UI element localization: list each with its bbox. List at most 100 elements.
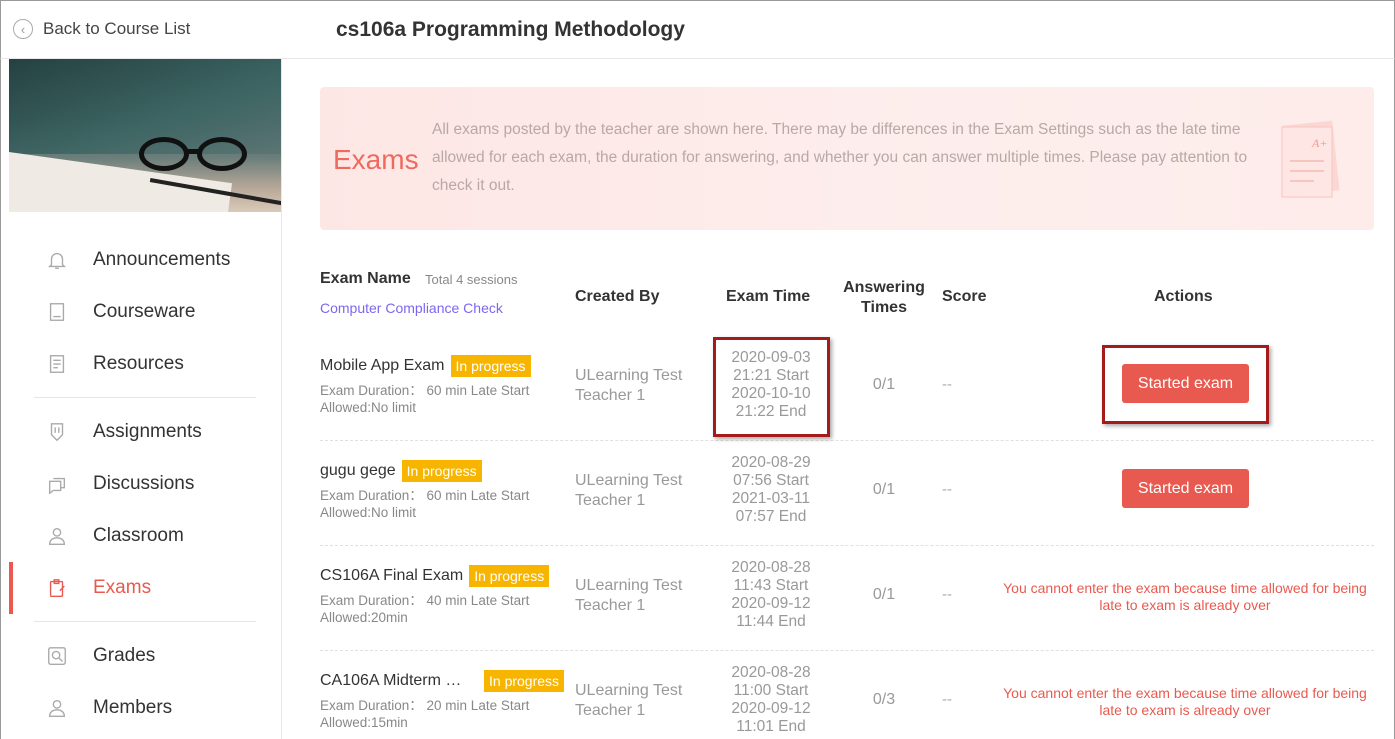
header-actions: Actions	[1154, 288, 1213, 305]
chat-icon	[45, 472, 69, 496]
header-exam-name: Exam Name	[320, 270, 411, 287]
started-exam-highlight-box	[1102, 345, 1269, 424]
exam-name: gugu gege In progress	[320, 460, 482, 482]
sidebar-item-announcements[interactable]: Announcements	[1, 234, 282, 286]
course-banner-image	[9, 59, 281, 212]
exams-intro-banner: Exams All exams posted by the teacher ar…	[320, 87, 1374, 230]
status-badge: In progress	[450, 355, 531, 377]
bell-icon	[45, 248, 69, 272]
sidebar-item-label: Exams	[93, 577, 152, 598]
creator-line-1: ULearning Test	[575, 682, 683, 699]
divider	[34, 621, 256, 622]
score: --	[942, 586, 952, 603]
status-badge: In progress	[401, 460, 482, 482]
start-date: 2020-08-29	[731, 454, 811, 471]
exam-name: CS106A Final Exam In progress	[320, 565, 550, 587]
sidebar-nav: Announcements Courseware Resources Assig…	[1, 234, 282, 734]
answering-times: 0/3	[872, 691, 896, 708]
user-icon	[45, 696, 69, 720]
start-time: 11:43 Start	[733, 577, 809, 594]
exam-meta: Exam Duration： 20 min Late Start Allowed…	[320, 697, 529, 731]
exam-late-allowed: Allowed:15min	[320, 715, 408, 730]
exam-name: Mobile App Exam In progress	[320, 355, 531, 377]
chevron-left-icon: ‹	[13, 19, 33, 39]
sidebar-item-label: Discussions	[93, 473, 195, 494]
top-bar: ‹ Back to Course List cs106a Programming…	[0, 0, 1395, 59]
exam-time: 2020-08-28 11:43 Start 2020-09-12 11:44 …	[716, 559, 826, 631]
score: --	[942, 691, 952, 708]
book-icon	[45, 300, 69, 324]
sidebar-item-label: Courseware	[93, 301, 196, 322]
sidebar-item-label: Resources	[93, 353, 184, 374]
end-time: 11:44 End	[736, 613, 806, 630]
header-created-by: Created By	[575, 288, 660, 305]
sidebar-item-resources[interactable]: Resources	[1, 338, 282, 390]
exam-title: CS106A Final Exam	[320, 567, 464, 584]
sidebar-item-label: Announcements	[93, 249, 231, 270]
sidebar-item-exams[interactable]: Exams	[1, 562, 282, 614]
exam-meta: Exam Duration： 40 min Late Start Allowed…	[320, 592, 529, 626]
divider	[34, 397, 256, 398]
clipboard-icon	[45, 576, 69, 600]
start-date: 2020-08-28	[731, 664, 811, 681]
sidebar-item-discussions[interactable]: Discussions	[1, 458, 282, 510]
warning-line-1: You cannot enter the exam because time a…	[1003, 580, 1367, 596]
graded-paper-icon: A+	[1281, 120, 1340, 198]
sidebar-item-members[interactable]: Members	[1, 682, 282, 734]
exam-late-allowed: Allowed:No limit	[320, 505, 417, 520]
svg-text:A+: A+	[1311, 136, 1327, 150]
score: --	[942, 376, 952, 393]
exam-duration: Exam Duration： 60 min Late Start	[320, 488, 530, 503]
start-time: 11:00 Start	[733, 682, 809, 699]
sidebar: Announcements Courseware Resources Assig…	[0, 59, 282, 739]
header-answering-times: Answering Times	[840, 278, 928, 318]
exam-name: CA106A Midterm … In progress	[320, 670, 565, 692]
exam-time-highlight-box	[713, 337, 830, 437]
sidebar-item-label: Assignments	[93, 421, 202, 442]
status-badge: In progress	[484, 670, 565, 692]
banner-title: Exams	[333, 144, 419, 175]
folder-icon	[45, 352, 69, 376]
end-date: 2020-09-12	[731, 595, 811, 612]
header-answering-line-1: Answering	[843, 279, 925, 296]
sidebar-item-classroom[interactable]: Classroom	[1, 510, 282, 562]
exam-duration: Exam Duration： 40 min Late Start	[320, 593, 530, 608]
table-row: gugu gege In progress Exam Duration： 60 …	[320, 441, 1374, 546]
created-by: ULearning Test Teacher 1	[575, 576, 682, 616]
banner-description: All exams posted by the teacher are show…	[432, 121, 1248, 194]
exam-duration: Exam Duration： 20 min Late Start	[320, 698, 530, 713]
creator-line-1: ULearning Test	[575, 472, 683, 489]
sidebar-item-label: Grades	[93, 645, 156, 666]
sidebar-item-label: Classroom	[93, 525, 184, 546]
back-to-course-list-link[interactable]: ‹ Back to Course List	[13, 19, 190, 39]
table-row: CS106A Final Exam In progress Exam Durat…	[320, 546, 1374, 651]
creator-line-2: Teacher 1	[575, 387, 646, 404]
warning-line-2: late to exam is already over	[1099, 597, 1271, 613]
header-answering-line-2: Times	[861, 299, 907, 316]
exam-title: Mobile App Exam	[320, 357, 445, 374]
end-date: 2020-09-12	[731, 700, 811, 717]
exam-meta: Exam Duration： 60 min Late Start Allowed…	[320, 382, 529, 416]
start-date: 2020-08-28	[731, 559, 811, 576]
main-content: Exams All exams posted by the teacher ar…	[283, 59, 1395, 739]
start-time: 07:56 Start	[733, 472, 809, 489]
created-by: ULearning Test Teacher 1	[575, 471, 682, 511]
exam-meta: Exam Duration： 60 min Late Start Allowed…	[320, 487, 529, 521]
sidebar-item-label: Members	[93, 697, 173, 718]
started-exam-button[interactable]: Started exam	[1122, 469, 1249, 508]
header-exam-time: Exam Time	[726, 288, 811, 305]
creator-line-2: Teacher 1	[575, 492, 646, 509]
warning-line-1: You cannot enter the exam because time a…	[1003, 685, 1367, 701]
back-label: Back to Course List	[43, 19, 191, 38]
answering-times: 0/1	[872, 481, 896, 498]
creator-line-1: ULearning Test	[575, 367, 683, 384]
exam-table-header: Exam Name Total 4 sessions Computer Comp…	[320, 264, 1374, 324]
exam-title: gugu gege	[320, 462, 396, 479]
computer-compliance-check-link[interactable]: Computer Compliance Check	[320, 300, 503, 316]
status-badge: In progress	[469, 565, 550, 587]
creator-line-2: Teacher 1	[575, 597, 646, 614]
sidebar-item-grades[interactable]: Grades	[1, 630, 282, 682]
sidebar-item-courseware[interactable]: Courseware	[1, 286, 282, 338]
sidebar-item-assignments[interactable]: Assignments	[1, 406, 282, 458]
end-date: 2021-03-11	[731, 490, 811, 507]
